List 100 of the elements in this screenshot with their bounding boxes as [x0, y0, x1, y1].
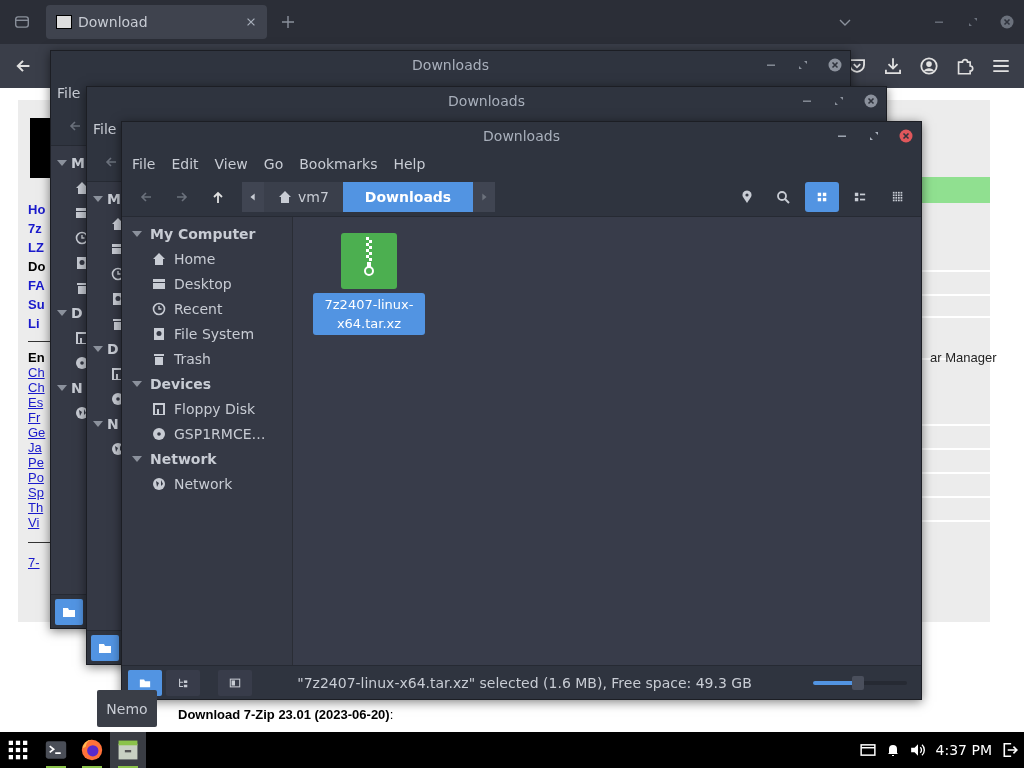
- close-icon: [864, 94, 878, 108]
- window-title: Downloads: [412, 57, 489, 73]
- sidebar-heading: Network: [150, 450, 217, 467]
- menu-item[interactable]: File: [57, 85, 81, 101]
- language-link[interactable]: Fr: [28, 410, 52, 425]
- sidebar-icon: [229, 676, 241, 689]
- clock: 4:37 PM: [935, 742, 992, 758]
- table-header: [920, 177, 990, 203]
- tabs-icon: [14, 14, 30, 30]
- site-icon: [56, 15, 72, 29]
- menu-item[interactable]: Bookmarks: [299, 156, 385, 172]
- back-icon: [104, 155, 118, 169]
- nav-link[interactable]: LZ: [28, 238, 52, 257]
- expander-icon[interactable]: [132, 455, 142, 462]
- pocket-icon: [848, 57, 866, 75]
- sidebar-item[interactable]: Trash: [174, 350, 211, 367]
- language-link[interactable]: Ge: [28, 425, 52, 440]
- sidebar-heading: M: [71, 154, 85, 171]
- language-link[interactable]: Pe: [28, 455, 52, 470]
- compact-view-icon: [892, 191, 904, 203]
- home-icon: [152, 251, 166, 266]
- window-title: Downloads: [483, 128, 560, 144]
- download-heading: Download 7-Zip 23.01 (2023-06-20):: [178, 707, 394, 722]
- sidebar-item[interactable]: Recent: [174, 300, 223, 317]
- language-link[interactable]: Vi: [28, 515, 52, 530]
- puzzle-icon: [956, 57, 974, 75]
- sidebar-heading: My Computer: [150, 225, 256, 242]
- places-button[interactable]: [91, 634, 119, 661]
- expander-icon[interactable]: [132, 230, 142, 237]
- window-title: Downloads: [448, 93, 525, 109]
- expander-icon[interactable]: [132, 380, 142, 387]
- sidebar-heading: N: [71, 379, 83, 396]
- language-link[interactable]: Ch: [28, 380, 52, 395]
- back-icon: [68, 119, 82, 133]
- menu-item[interactable]: Go: [263, 156, 291, 172]
- nav-link[interactable]: 7z: [28, 219, 52, 238]
- language-link[interactable]: Es: [28, 395, 52, 410]
- close-icon: [899, 129, 913, 143]
- language-link[interactable]: Th: [28, 500, 52, 515]
- menu-item[interactable]: File: [132, 156, 163, 172]
- sidebar-item[interactable]: File System: [174, 325, 255, 342]
- floppy-icon: [152, 401, 166, 416]
- archive-icon: [341, 233, 397, 289]
- logout-icon: [1002, 742, 1018, 758]
- desktop-icon: [152, 276, 166, 291]
- search-icon: [776, 190, 790, 204]
- sidebar-item[interactable]: GSP1RMCE…: [174, 425, 266, 442]
- maximize-icon: [796, 58, 810, 72]
- home-icon: [75, 180, 89, 195]
- slider-thumb[interactable]: [852, 675, 865, 690]
- menu-item[interactable]: View: [214, 156, 255, 172]
- status-text: "7z2407-linux-x64.tar.xz" selected (1.6 MB), Free space: 49.3 GB: [296, 674, 753, 691]
- language-link[interactable]: Po: [28, 470, 52, 485]
- files-icon: [117, 739, 139, 761]
- language-link[interactable]: Sp: [28, 485, 52, 500]
- sidebar-item[interactable]: Network: [174, 475, 233, 492]
- nav-link[interactable]: Li: [28, 314, 52, 333]
- sidebar-heading: N: [107, 415, 119, 432]
- clock-icon: [75, 230, 89, 245]
- clock-icon: [152, 301, 166, 316]
- footer-link[interactable]: 7-: [28, 555, 52, 570]
- path-button[interactable]: vm7: [264, 182, 343, 212]
- browser-tab[interactable]: Download: [46, 5, 267, 39]
- sidebar-heading: D: [107, 340, 119, 357]
- close-icon: [828, 58, 842, 72]
- back-icon: [139, 190, 153, 204]
- globe-icon: [152, 476, 166, 491]
- table-cell: ar Manager: [930, 350, 997, 365]
- nav-link[interactable]: FA: [28, 276, 52, 295]
- trash-icon: [152, 351, 166, 366]
- sidebar-item[interactable]: Desktop: [174, 275, 232, 292]
- maximize-icon: [966, 15, 980, 29]
- sidebar-item[interactable]: Home: [174, 250, 216, 267]
- up-arrow-icon: [211, 190, 225, 204]
- menu-item[interactable]: File: [93, 121, 117, 137]
- disc-icon: [152, 426, 166, 441]
- screen-icon: [859, 742, 876, 758]
- logo: [30, 118, 52, 178]
- tree-button[interactable]: [166, 669, 200, 696]
- taskbar-app[interactable]: [110, 732, 146, 768]
- account-icon: [920, 57, 938, 75]
- nav-link[interactable]: Ho: [28, 200, 52, 219]
- nav-link[interactable]: Su: [28, 295, 52, 314]
- sidebar-item[interactable]: Floppy Disk: [174, 400, 256, 417]
- drive-icon: [152, 326, 166, 341]
- home-icon: [278, 190, 292, 204]
- download-icon: [884, 57, 902, 75]
- language-link[interactable]: Ch: [28, 365, 52, 380]
- icons-view-icon: [816, 191, 828, 203]
- places-button[interactable]: [55, 598, 83, 625]
- menu-item[interactable]: Help: [393, 156, 433, 172]
- language-link[interactable]: Ja: [28, 440, 52, 455]
- menu-item[interactable]: Edit: [171, 156, 206, 172]
- forward-icon: [175, 190, 189, 204]
- trash-icon: [75, 280, 89, 295]
- nav-text: Do: [28, 258, 47, 276]
- close-icon: [245, 16, 257, 28]
- apps-grid-icon: [8, 740, 28, 760]
- sidebar-button[interactable]: [218, 669, 252, 696]
- section-heading: En: [28, 350, 46, 365]
